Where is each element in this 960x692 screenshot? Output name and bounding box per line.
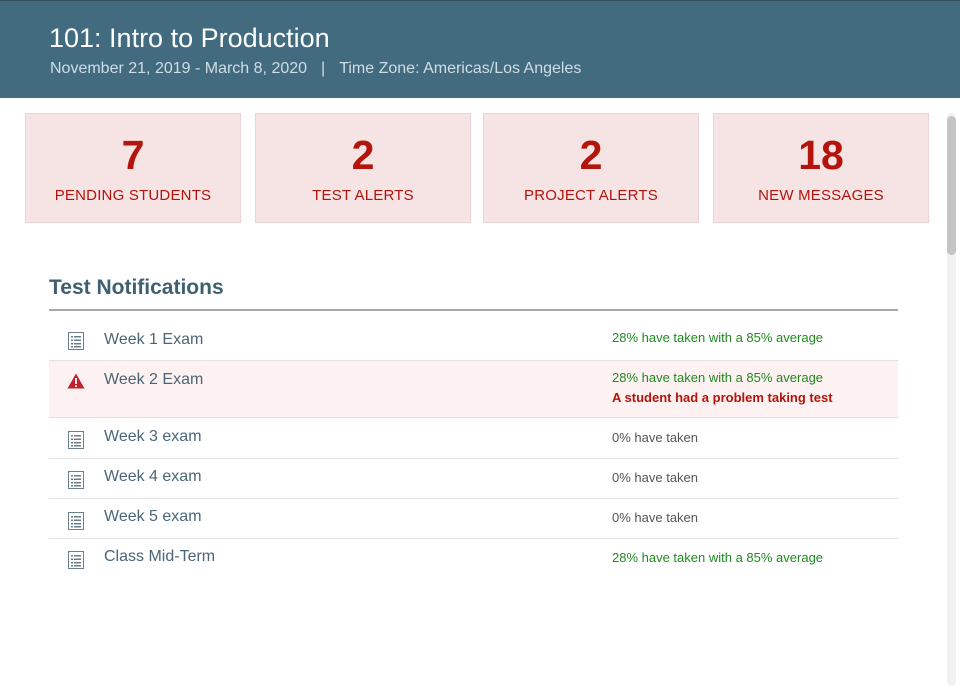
test-status: 28% have taken with a 85% average [612, 370, 824, 385]
test-name[interactable]: Week 1 Exam [104, 331, 203, 349]
test-status: 0% have taken [612, 510, 699, 525]
document-list-icon [68, 471, 84, 489]
test-alerts-label: TEST ALERTS [312, 187, 414, 204]
list-item[interactable]: Week 1 Exam 28% have taken with a 85% av… [49, 311, 898, 361]
course-header: 101: Intro to Production November 21, 20… [0, 0, 960, 98]
test-name[interactable]: Week 5 exam [104, 508, 202, 526]
list-item-alert[interactable]: Week 2 Exam 28% have taken with a 85% av… [49, 361, 898, 418]
document-list-icon [68, 551, 84, 569]
pending-students-count: 7 [121, 132, 145, 178]
document-list-icon [68, 332, 84, 350]
pending-students-label: PENDING STUDENTS [54, 187, 212, 204]
project-alerts-label: PROJECT ALERTS [524, 187, 658, 204]
new-messages-count: 18 [798, 132, 844, 178]
test-name[interactable]: Week 2 Exam [104, 371, 203, 389]
test-name[interactable]: Week 4 exam [104, 468, 202, 486]
list-item[interactable]: Week 5 exam 0% have taken [49, 499, 898, 539]
scrollbar-thumb[interactable] [947, 116, 956, 255]
list-item[interactable]: Week 4 exam 0% have taken [49, 459, 898, 499]
meta-separator: | [321, 60, 326, 77]
list-item[interactable]: Week 3 exam 0% have taken [49, 418, 898, 459]
new-messages-card[interactable]: 18 NEW MESSAGES [713, 113, 929, 223]
project-alerts-count: 2 [579, 132, 603, 178]
test-alert-message: A student had a problem taking test [612, 390, 833, 405]
test-alerts-count: 2 [351, 132, 375, 178]
test-notifications-heading: Test Notifications [49, 276, 224, 299]
project-alerts-card[interactable]: 2 PROJECT ALERTS [483, 113, 699, 223]
test-alerts-card[interactable]: 2 TEST ALERTS [255, 113, 471, 223]
course-timezone: Time Zone: Americas/Los Angeles [339, 60, 582, 77]
test-status: 28% have taken with a 85% average [612, 330, 824, 345]
list-item[interactable]: Class Mid-Term 28% have taken with a 85%… [49, 539, 898, 583]
course-meta: November 21, 2019 - March 8, 2020 | Time Z… [50, 60, 581, 78]
course-date-range: November 21, 2019 - March 8, 2020 [50, 60, 308, 77]
document-list-icon [68, 512, 84, 530]
pending-students-card[interactable]: 7 PENDING STUDENTS [25, 113, 241, 223]
test-status: 0% have taken [612, 430, 699, 445]
test-status: 28% have taken with a 85% average [612, 550, 824, 565]
test-status: 0% have taken [612, 470, 699, 485]
test-name[interactable]: Week 3 exam [104, 428, 202, 446]
document-list-icon [68, 431, 84, 449]
new-messages-label: NEW MESSAGES [758, 187, 884, 204]
test-name[interactable]: Class Mid-Term [104, 548, 215, 566]
test-notifications-list: Week 1 Exam 28% have taken with a 85% av… [49, 311, 898, 583]
scrollbar[interactable] [947, 113, 956, 686]
course-title: 101: Intro to Production [49, 23, 330, 53]
warning-triangle-icon [67, 373, 85, 389]
